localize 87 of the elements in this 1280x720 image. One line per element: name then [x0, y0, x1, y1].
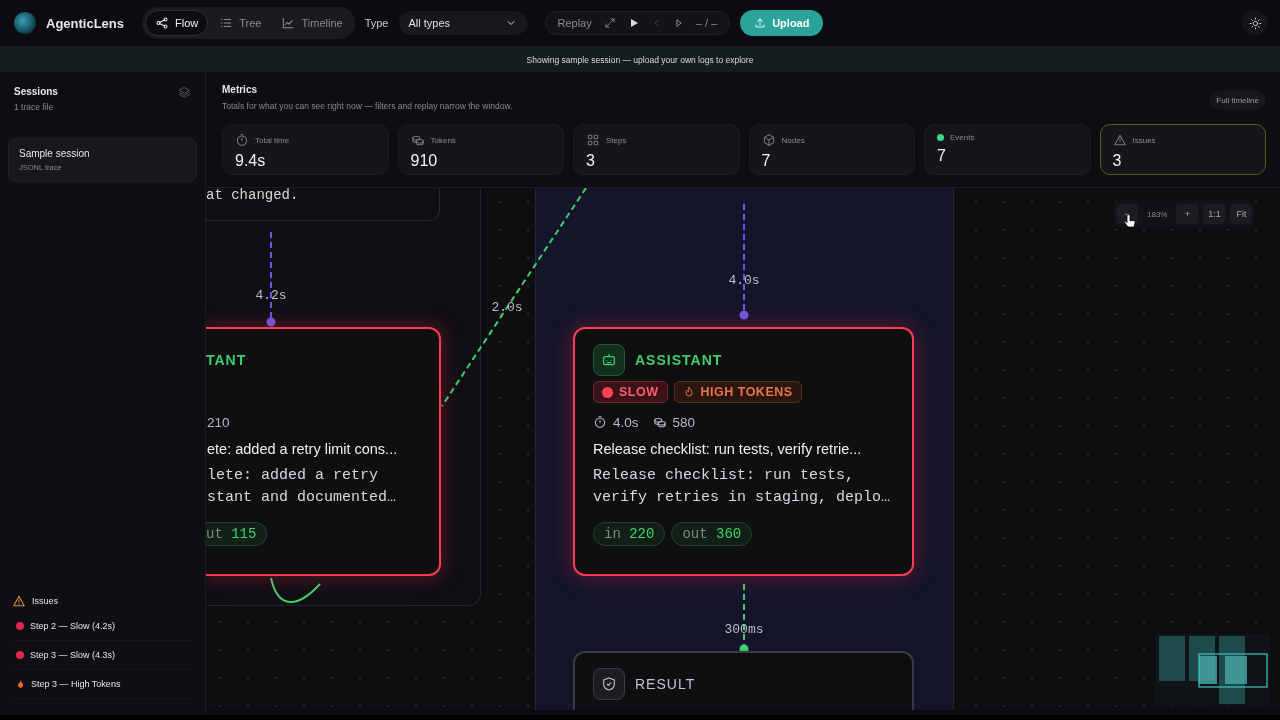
coins-icon — [410, 133, 425, 147]
logo-icon — [14, 12, 36, 34]
duration-label: 2.0s — [491, 299, 523, 315]
expand-icon — [603, 17, 616, 29]
flame-icon — [16, 679, 25, 689]
metric-value: 3 — [586, 152, 596, 170]
warning-icon — [12, 594, 26, 608]
node-body: Release checklist: run tests, verify retries in staging, deplo… — [593, 466, 892, 508]
issue-item[interactable]: Step 3 — Slow (4.3s) — [12, 641, 193, 670]
node-title: RESULT — [635, 676, 696, 692]
fit-button[interactable]: Fit — [1230, 204, 1253, 224]
node-title: ASSISTANT — [635, 352, 723, 368]
node-title: TANT — [206, 352, 247, 368]
replay-position: – / – — [695, 17, 718, 29]
metrics-title: Metrics — [222, 84, 258, 95]
type-label: Type — [364, 17, 389, 29]
slow-badge: SLOW — [593, 381, 668, 403]
stat-value: 210 — [207, 414, 230, 430]
list-icon — [219, 16, 234, 30]
cube-icon — [761, 133, 776, 147]
status-dot — [937, 134, 944, 141]
node-body: lete: added a retry stant and documented… — [207, 466, 398, 508]
node-summary: ete: added a retry limit cons... — [207, 441, 399, 457]
upload-icon — [754, 17, 767, 29]
alert-dot-icon — [16, 622, 24, 630]
metric-value: 9.4s — [235, 152, 267, 170]
zoom-in-button[interactable]: + — [1176, 204, 1199, 224]
reset-zoom-button[interactable]: 1:1 — [1203, 204, 1226, 224]
node-body: at changed. — [206, 188, 299, 203]
node-summary: Release checklist: run tests, verify retrie... — [593, 441, 863, 457]
duration-label: 4.2s — [255, 287, 287, 303]
share-icon — [155, 16, 169, 30]
minimap-drawing[interactable] — [1155, 634, 1270, 706]
app-name: AgenticLens — [46, 15, 124, 31]
stopwatch-icon — [235, 133, 249, 147]
stat-value: 4.0s — [613, 414, 639, 430]
metric-label: Issues — [1132, 135, 1156, 145]
sidebar-title: Sessions — [14, 86, 58, 97]
next-icon[interactable] — [673, 18, 684, 28]
metric-label: Steps — [606, 135, 627, 145]
metric-value: 3 — [1112, 152, 1123, 170]
view-tab[interactable]: Tree — [210, 10, 271, 36]
metric-label: Tokens — [430, 135, 456, 145]
view-tab[interactable]: Flow — [145, 10, 209, 36]
layers-icon — [178, 86, 191, 99]
session-name: Sample session — [19, 148, 91, 159]
sun-icon — [1248, 16, 1262, 30]
chart-icon — [281, 16, 296, 30]
metric-value: 7 — [761, 152, 772, 170]
grid-icon — [586, 133, 600, 147]
view-tab[interactable]: Timeline — [272, 10, 352, 36]
step-node[interactable]: RESULT — [573, 651, 914, 710]
tokens-badge: HIGH TOKENS — [673, 381, 802, 403]
hand-cursor-icon — [1124, 214, 1136, 228]
metric-value: 910 — [410, 152, 439, 170]
token-chip: out 360 — [671, 522, 753, 546]
step-node[interactable]: ASSISTANT SLOW HIGH TOKENS 4.0s 580 Release checklist: run tests, verify retrie... Release checklist: run tests, verify retries in staging, deplo… in 220 out 360 — [573, 327, 914, 576]
metric-label: Nodes — [781, 135, 805, 145]
sample-banner: Showing sample session — upload your own logs to explore — [0, 47, 1280, 72]
connector-line — [270, 577, 321, 603]
theme-toggle[interactable] — [1242, 10, 1268, 36]
flame-icon — [682, 386, 695, 398]
alert-dot-icon — [16, 651, 24, 659]
sidebar-subtitle: 1 trace file — [14, 102, 55, 112]
warning-icon — [1112, 133, 1127, 147]
shield-icon — [593, 668, 625, 700]
coins-icon — [652, 415, 667, 429]
metric-label: Total time — [255, 135, 290, 145]
issue-item[interactable]: Step 3 — High Tokens — [12, 670, 193, 699]
duration-label: 300ms — [724, 621, 764, 637]
issue-item[interactable]: Step 2 — Slow (4.2s) — [12, 612, 193, 641]
step-node[interactable]: TANT 210 ete: added a retry limit cons... lete: added a retry stant and documented… ut 115 — [206, 327, 441, 576]
duration-label: 4.0s — [728, 272, 760, 288]
token-chip: in 220 — [593, 522, 666, 546]
replay-label: Replay — [557, 17, 592, 29]
stopwatch-icon — [593, 415, 607, 429]
token-chip: ut 115 — [206, 522, 268, 546]
robot-icon — [593, 344, 625, 376]
stat-value: 580 — [672, 414, 696, 430]
issues-title: Issues — [32, 596, 58, 606]
metrics-subtitle: Totals for what you can see right now — filters and replay narrow the window. — [222, 101, 513, 111]
type-select[interactable]: All types — [398, 11, 527, 35]
step-node[interactable]: at changed. — [206, 188, 440, 221]
metric-value: 7 — [937, 147, 947, 165]
zoom-level: 183% — [1146, 209, 1169, 219]
metric-label: Events — [950, 133, 975, 142]
full-timeline-button[interactable]: Full timeline — [1209, 91, 1266, 109]
